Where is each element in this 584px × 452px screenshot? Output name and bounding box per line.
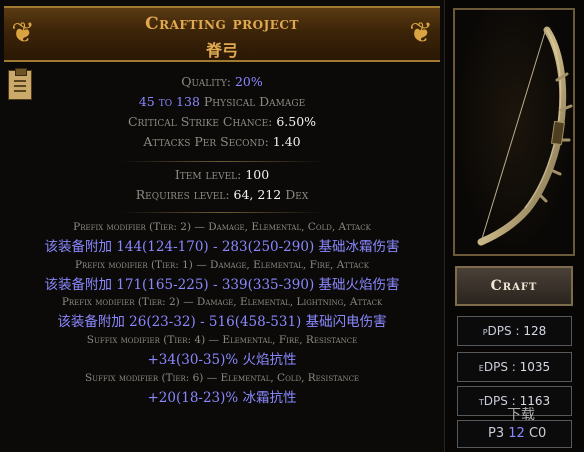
modifier-text: 该装备附加 26(23-32) - 516(458-531) 基础闪电伤害 [57,314,387,330]
modifier-header: Prefix modifier (Tier: 1) — Damage, Elem… [74,259,370,271]
tooltip-title: Crafting project [145,14,299,34]
ornament-right-icon: ❦ [409,16,433,49]
quality-line: Quality: 20% [0,74,444,89]
socket-count-mid: 12 [508,426,525,441]
modifier-header: Suffix modifier (Tier: 6) — Elemental, C… [84,372,360,384]
modifier-header: Prefix modifier (Tier: 2) — Damage, Elem… [61,296,383,308]
separator [120,161,324,162]
edps-value: 1035 [519,360,551,374]
item-preview [453,8,575,256]
sockets-box: P3 12 C0 [457,420,572,448]
side-panel: Craft pDPS : 128 eDPS : 1035 tDPS : 1163… [445,0,584,452]
damage-line: 45 to 138 Physical Damage [0,94,444,109]
separator [120,212,324,213]
edps-box: eDPS : 1035 [457,352,572,382]
damage-type: Physical Damage [199,94,306,109]
crit-value: 6.50% [276,114,317,129]
modifier-header: Prefix modifier (Tier: 2) — Damage, Elem… [73,221,371,233]
item-level-label: Item level: [174,167,246,182]
pdps-value: 128 [523,324,547,338]
aps-label: Attacks Per Second: [143,134,273,149]
edps-label: eDPS : [478,360,516,374]
aps-value: 1.40 [272,134,301,149]
requires-value: 64, 212 [233,187,282,202]
damage-range: 45 to 138 [138,94,200,109]
item-level-line: Item level: 100 [0,167,444,182]
item-level-value: 100 [245,167,270,182]
socket-count-p: P3 [488,426,505,441]
item-name: 脊弓 [205,41,238,60]
watermark: 下载 [507,407,535,423]
modifier-text: 该装备附加 171(165-225) - 339(335-390) 基础火焰伤害 [44,277,400,293]
tooltip-header: ❦ Crafting project 脊弓 ❦ [4,6,440,62]
crit-label: Critical Strike Chance: [127,114,277,129]
modifier-text: +20(18-23)% 冰霜抗性 [147,390,297,406]
quality-value: 20% [234,74,263,89]
quality-label: Quality: [181,74,235,89]
craft-button[interactable]: Craft [455,266,573,306]
pdps-label: pDPS : [482,324,520,338]
bow-icon [477,26,573,246]
modifier-header: Suffix modifier (Tier: 4) — Elemental, F… [86,334,358,346]
socket-count-c: C0 [528,426,547,441]
requires-stat: Dex [281,187,309,202]
pdps-box: pDPS : 128 [457,316,572,346]
requires-line: Requires level: 64, 212 Dex [0,187,444,202]
item-tooltip: ❦ Crafting project 脊弓 ❦ Quality: 20% 45 … [0,0,445,452]
aps-line: Attacks Per Second: 1.40 [0,134,444,149]
modifier-text: +34(30-35)% 火焰抗性 [147,352,297,368]
requires-label: Requires level: [135,187,234,202]
modifier-text: 该装备附加 144(124-170) - 283(250-290) 基础冰霜伤害 [44,239,400,255]
crit-line: Critical Strike Chance: 6.50% [0,114,444,129]
